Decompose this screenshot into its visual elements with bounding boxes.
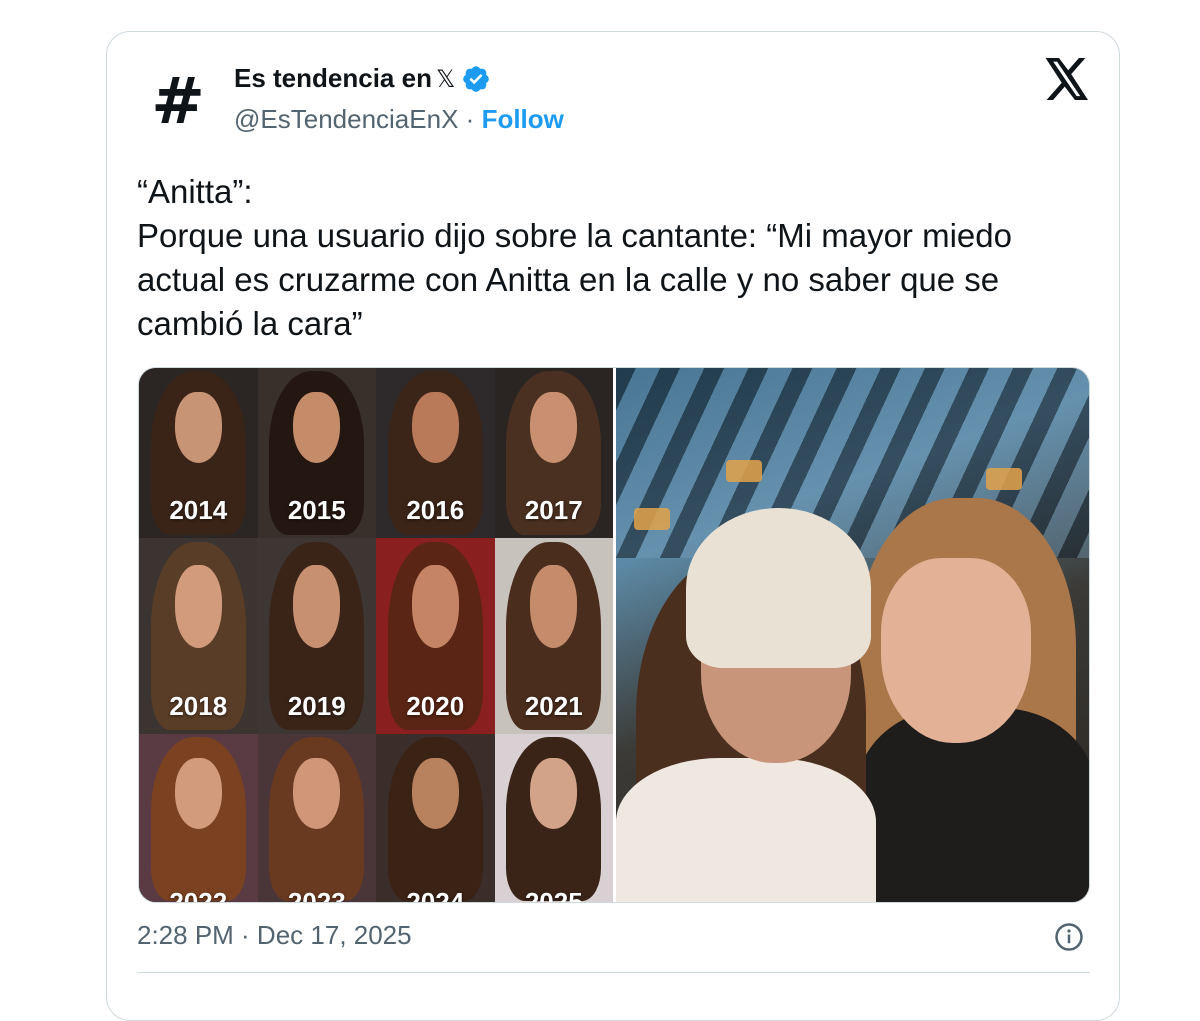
account-name-text: Es tendencia en (234, 63, 432, 93)
account-handle[interactable]: @EsTendenciaEnX (234, 104, 458, 134)
tweet-line: “Anitta”: (137, 173, 253, 210)
tile-face (411, 565, 459, 648)
divider (137, 972, 1090, 973)
tile-face (293, 565, 341, 648)
collage-tile: 2015 (257, 368, 376, 538)
collage-image[interactable]: 2014 2015 2016 2017 2018 2019 2020 2021 2022 2023… (139, 368, 613, 902)
collage-tile: 2014 (139, 368, 258, 538)
collage-year-label: 2021 (524, 691, 583, 721)
tweet-media[interactable]: 2014 2015 2016 2017 2018 2019 2020 2021 2022 2023… (138, 367, 1090, 903)
tile-face (174, 391, 222, 464)
x-logo-icon[interactable] (1044, 58, 1090, 100)
collage-year-label: 2015 (287, 495, 346, 525)
account-avatar[interactable]: # (138, 66, 218, 138)
collage-tile: 2017 (494, 368, 613, 538)
verified-badge-icon (463, 65, 490, 92)
photo-lamp (634, 508, 670, 530)
collage-year-label: 2018 (169, 691, 228, 721)
collage-year-label: 2016 (406, 495, 465, 525)
photo-lamp (986, 468, 1022, 490)
collage-tile: 2018 (139, 538, 258, 734)
x-glyph: 𝕏 (435, 64, 456, 93)
tweet-timestamp[interactable]: 2:28 PM · Dec 17, 2025 (137, 920, 412, 951)
tile-face (411, 391, 459, 464)
collage-tile: 2020 (376, 538, 495, 734)
collage-year-label: 2014 (169, 495, 228, 525)
collage-year-label: 2024 (406, 887, 465, 903)
collage-year-label: 2022 (169, 887, 228, 903)
photo-beanie (686, 508, 871, 668)
handle-row: @EsTendenciaEnX · Follow (234, 104, 564, 135)
info-icon[interactable] (1054, 922, 1084, 952)
collage-tile: 2025 (494, 734, 613, 903)
tile-face (174, 565, 222, 648)
photo-person-face (881, 558, 1031, 743)
collage-tile: 2022 (139, 734, 258, 903)
account-name[interactable]: Es tendencia en 𝕏 (234, 63, 491, 94)
collage-year-label: 2020 (406, 691, 465, 721)
tile-face (174, 757, 222, 830)
collage-tile: 2024 (376, 734, 495, 903)
collage-tile: 2023 (257, 734, 376, 903)
collage-year-label: 2019 (287, 691, 346, 721)
photo-person-sweater (616, 758, 876, 902)
tweet-line: Porque una usuario dijo sobre la cantant… (137, 217, 1012, 254)
tweet-line: actual es cruzarme con Anitta en la call… (137, 261, 1000, 298)
tweet-line: cambió la cara” (137, 305, 363, 342)
tile-face (530, 565, 578, 648)
collage-tile: 2019 (257, 538, 376, 734)
selfie-photo[interactable] (616, 368, 1089, 902)
collage-tile: 2021 (494, 538, 613, 734)
collage-year-label: 2025 (524, 887, 583, 903)
photo-lamp (726, 460, 762, 482)
separator-dot: · (465, 104, 475, 134)
collage-year-label: 2023 (287, 887, 346, 903)
tweet-text: “Anitta”: Porque una usuario dijo sobre … (137, 170, 1097, 346)
collage-tile: 2016 (376, 368, 495, 538)
tile-face (411, 757, 459, 830)
follow-button[interactable]: Follow (482, 104, 564, 134)
collage-year-label: 2017 (524, 495, 583, 525)
